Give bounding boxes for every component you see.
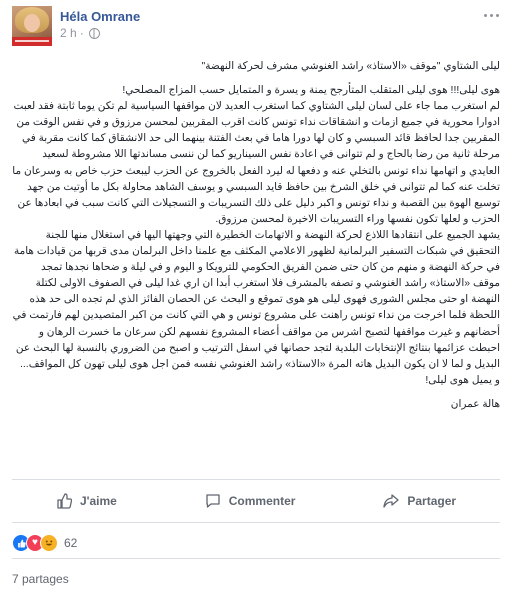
haha-icon — [40, 534, 58, 552]
share-label: Partager — [407, 494, 457, 508]
post-body: ليلى الشتاوي "موقف «الاستاذ» راشد الغنوش… — [12, 58, 500, 412]
divider — [12, 522, 500, 523]
share-count[interactable]: 7 partages — [12, 572, 69, 586]
post-timestamp-row: 2 h · — [60, 25, 140, 41]
post-paragraph-4: يشهد الجميع على انتقادها اللاذع لحركة ال… — [12, 228, 500, 386]
post-meta: Héla Omrane 2 h · — [60, 6, 140, 41]
globe-icon — [88, 27, 100, 39]
more-options-icon[interactable] — [482, 10, 500, 20]
comment-button[interactable]: Commenter — [205, 493, 296, 509]
share-arrow-icon — [383, 494, 399, 508]
like-button[interactable]: J'aime — [56, 493, 117, 509]
reaction-summary[interactable]: ♥ 62 — [12, 534, 77, 552]
comment-icon — [206, 494, 220, 508]
avatar[interactable] — [12, 6, 52, 46]
post-signature: هالة عمران — [450, 397, 500, 410]
post-timestamp[interactable]: 2 h — [60, 25, 77, 41]
post-paragraph-1: ليلى الشتاوي "موقف «الاستاذ» راشد الغنوش… — [201, 60, 500, 72]
author-name[interactable]: Héla Omrane — [60, 8, 140, 25]
share-button[interactable]: Partager — [383, 493, 456, 509]
post-header: Héla Omrane 2 h · — [12, 6, 140, 50]
post-paragraph-2: هوى ليلى!!! هوى ليلى المتقلب المتأرجح يم… — [122, 84, 500, 97]
thumbs-up-icon — [57, 493, 72, 509]
comment-label: Commenter — [228, 494, 296, 508]
reaction-count: 62 — [64, 536, 78, 550]
separator-dot: · — [79, 26, 84, 40]
like-label: J'aime — [79, 494, 117, 508]
action-bar: J'aime Commenter Partager — [12, 480, 500, 522]
facebook-post: Héla Omrane 2 h · ليلى الشتاوي "موقف «ال… — [0, 0, 512, 597]
divider — [12, 558, 500, 559]
post-paragraph-3: لم استغرب مما جاء على لسان ليلى الشتاوي … — [12, 100, 500, 225]
